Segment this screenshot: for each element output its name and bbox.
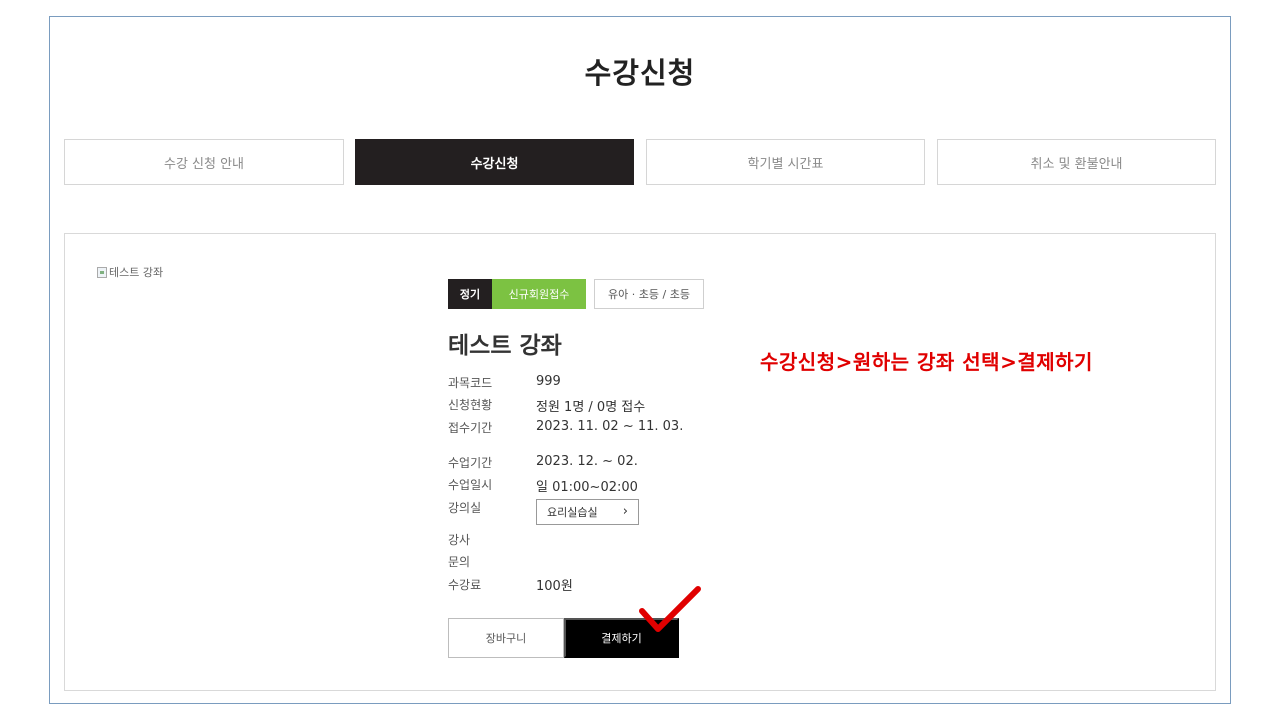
- label-class-time: 수업일시: [448, 478, 493, 492]
- value-class-time: 일 01:00~02:00: [536, 480, 638, 495]
- label-fee: 수강료: [448, 578, 482, 592]
- value-course-code: 999: [536, 374, 561, 389]
- page-title: 수강신청: [584, 56, 696, 90]
- badge-type: 정기: [448, 279, 492, 309]
- course-badges: 정기 신규회원접수 유아 · 초등 / 초등: [448, 279, 704, 309]
- course-title: 테스트 강좌: [448, 333, 562, 359]
- classroom-button[interactable]: 요리실습실 ›: [536, 499, 639, 525]
- badge-status: 신규회원접수: [492, 279, 586, 309]
- tab-semester-timetable[interactable]: 학기별 시간표: [646, 139, 925, 185]
- tab-cancel-refund[interactable]: 취소 및 환불안내: [937, 139, 1216, 185]
- classroom-name: 요리실습실: [547, 506, 598, 519]
- tab-registration-guide[interactable]: 수강 신청 안내: [64, 139, 344, 185]
- label-application-status: 신청현황: [448, 398, 493, 412]
- broken-image-icon: [97, 266, 107, 278]
- annotation-text: 수강신청>원하는 강좌 선택>결제하기: [760, 350, 1093, 374]
- value-fee: 100원: [536, 579, 573, 594]
- value-class-period: 2023. 12. ~ 02.: [536, 454, 638, 469]
- course-image: 테스트 강좌: [97, 264, 163, 280]
- add-to-cart-button[interactable]: 장바구니: [448, 618, 564, 658]
- label-registration-period: 접수기간: [448, 421, 493, 435]
- label-classroom: 강의실: [448, 501, 482, 515]
- tab-registration[interactable]: 수강신청: [355, 139, 634, 185]
- course-image-alt: 테스트 강좌: [109, 266, 164, 279]
- label-course-code: 과목코드: [448, 376, 493, 390]
- label-contact: 문의: [448, 555, 471, 569]
- tab-bar: 수강 신청 안내 수강신청 학기별 시간표 취소 및 환불안내: [64, 139, 1216, 185]
- badge-target: 유아 · 초등 / 초등: [594, 279, 704, 309]
- label-class-period: 수업기간: [448, 456, 493, 470]
- value-application-status: 정원 1명 / 0명 접수: [536, 400, 646, 415]
- label-teacher: 강사: [448, 533, 471, 547]
- value-registration-period: 2023. 11. 02 ~ 11. 03.: [536, 419, 684, 434]
- checkmark-icon: [639, 586, 701, 632]
- chevron-right-icon: ›: [622, 504, 628, 519]
